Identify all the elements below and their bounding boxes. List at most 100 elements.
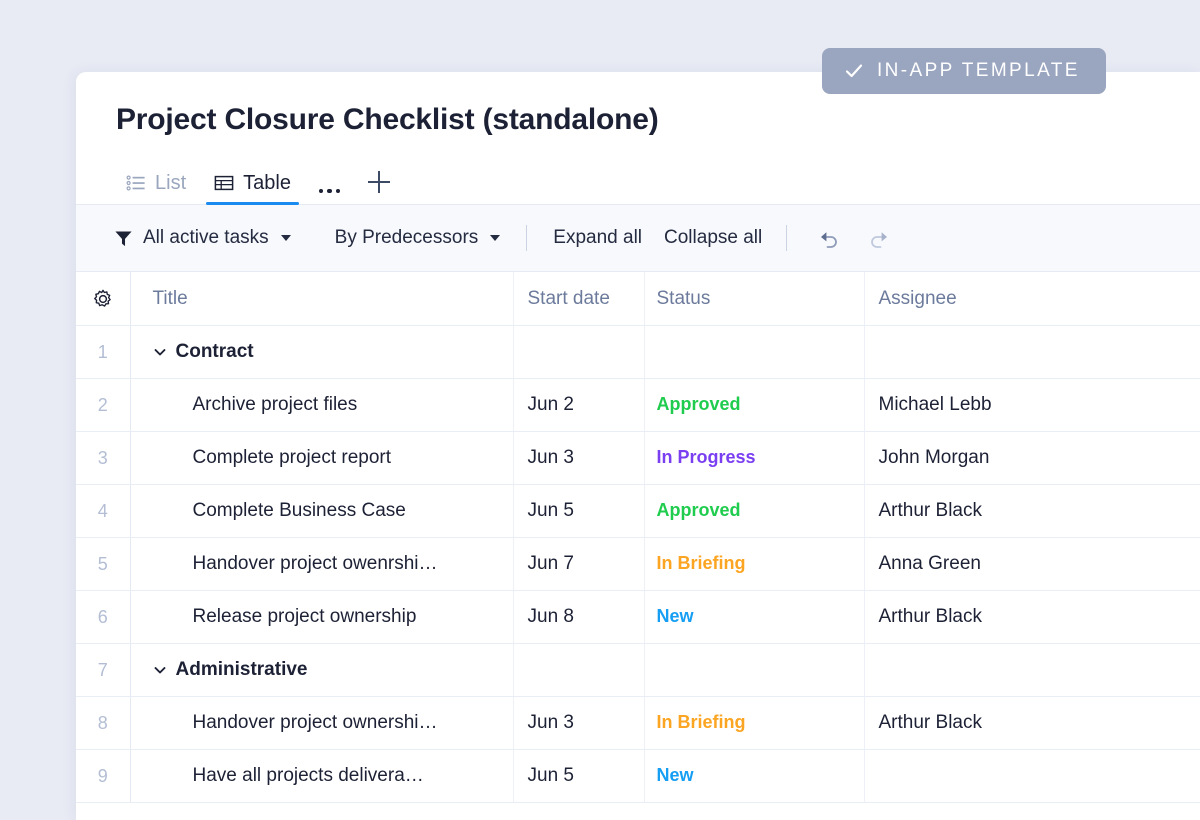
gear-icon [93,289,111,307]
assignee-cell[interactable] [864,643,1200,697]
status-badge: In Briefing [656,553,746,573]
task-title[interactable]: Complete project report [130,431,514,485]
task-title-label: Handover project owenrshi… [192,553,438,574]
assignee-cell[interactable]: Arthur Black [864,696,1200,750]
assignee-cell[interactable]: John Morgan [864,431,1200,485]
chevron-down-icon[interactable] [153,345,167,359]
group-label: Contract [175,341,254,362]
column-settings-header[interactable] [76,272,131,326]
filter-icon [115,230,132,246]
status-badge: New [656,606,694,626]
task-title-label: Complete Business Case [192,500,406,521]
assignee-cell[interactable]: Arthur Black [864,590,1200,644]
status-badge: In Progress [656,447,756,467]
task-title-label: Archive project files [192,394,358,415]
table-row[interactable]: 3 Complete project report Jun 3 In Progress… [76,431,1200,485]
group-row-title[interactable]: Contract [130,325,514,379]
table-row[interactable]: 4 Complete Business Case Jun 5 Approved Arth… [76,484,1200,538]
app-root: IN-APP TEMPLATE Project Closure Checklis… [0,0,1200,820]
task-title[interactable]: Archive project files [130,378,514,432]
start-date-cell[interactable]: Jun 8 [513,590,645,644]
assignee-cell[interactable]: Anna Green [864,537,1200,591]
tasks-table: Title Start date Status Assignee 1 Contra… [76,272,1200,803]
add-view-button[interactable] [354,171,404,204]
filter-dropdown[interactable]: All active tasks [114,227,291,249]
toolbar-divider [526,225,528,251]
expand-all-button[interactable]: Expand all [553,227,642,249]
status-badge: In Briefing [656,712,746,732]
status-badge: Approved [656,394,741,414]
column-header-start-date[interactable]: Start date [513,272,645,326]
row-number: 7 [76,643,131,697]
start-date-cell[interactable]: Jun 7 [513,537,645,591]
tab-more-button[interactable] [305,188,355,205]
undo-arrow-icon[interactable] [815,225,841,251]
assignee-cell[interactable] [864,749,1200,803]
task-title-label: Have all projects delivera… [192,765,424,786]
table-row[interactable]: 5 Handover project owenrshi… Jun 7 In Brief… [76,537,1200,591]
group-row-title[interactable]: Administrative [130,643,514,697]
tab-list[interactable]: List [112,173,200,204]
tab-list-label: List [155,172,187,194]
start-date-cell[interactable]: Jun 5 [513,484,645,538]
assignee-cell[interactable] [864,325,1200,379]
status-cell[interactable]: New [644,749,865,803]
collapse-all-button[interactable]: Collapse all [664,227,762,249]
filter-label: All active tasks [143,227,269,248]
row-number: 4 [76,484,131,538]
task-title-label: Complete project report [192,447,392,468]
table-row[interactable]: 7 Administrative [76,643,1200,697]
start-date-cell[interactable] [513,643,645,697]
redo-arrow-icon[interactable] [867,225,893,251]
column-header-status[interactable]: Status [644,272,865,326]
table-body: 1 Contract 2 Archive project files Jun 2 Appr… [76,325,1200,803]
row-number: 9 [76,749,131,803]
column-header-assignee[interactable]: Assignee [864,272,1200,326]
start-date-cell[interactable]: Jun 3 [513,696,645,750]
chevron-down-icon[interactable] [153,663,167,677]
group-by-label: By Predecessors [334,227,479,248]
table-row[interactable]: 1 Contract [76,325,1200,379]
status-cell[interactable]: Approved [644,378,865,432]
task-title-label: Handover project ownershi… [192,712,438,733]
list-icon [126,175,145,191]
task-title[interactable]: Handover project ownershi… [130,696,514,750]
expand-all-label: Expand all [553,227,643,248]
tab-table[interactable]: Table [200,172,305,205]
group-label: Administrative [175,659,308,680]
group-by-dropdown[interactable]: By Predecessors [335,227,501,249]
status-cell[interactable]: In Progress [644,431,865,485]
assignee-cell[interactable]: Arthur Black [864,484,1200,538]
page-title: Project Closure Checklist (standalone) [116,103,659,136]
status-cell[interactable]: New [644,590,865,644]
table-row[interactable]: 6 Release project ownership Jun 8 New Arthur… [76,590,1200,644]
start-date-cell[interactable]: Jun 3 [513,431,645,485]
view-tabs: List Table [76,160,1200,205]
start-date-cell[interactable]: Jun 5 [513,749,645,803]
collapse-all-label: Collapse all [664,227,763,248]
task-title[interactable]: Have all projects delivera… [130,749,514,803]
status-cell[interactable] [644,643,865,697]
status-cell[interactable]: Approved [644,484,865,538]
task-title[interactable]: Complete Business Case [130,484,514,538]
table-header-row: Title Start date Status Assignee [76,272,1200,326]
row-number: 3 [76,431,131,485]
tab-table-label: Table [243,172,291,194]
start-date-cell[interactable] [513,325,645,379]
status-badge: New [656,765,694,785]
row-number: 1 [76,325,131,379]
start-date-cell[interactable]: Jun 2 [513,378,645,432]
column-header-title[interactable]: Title [130,272,514,326]
task-title[interactable]: Handover project owenrshi… [130,537,514,591]
table-row[interactable]: 2 Archive project files Jun 2 Approved Micha… [76,378,1200,432]
toolbar-divider [786,225,788,251]
status-cell[interactable]: In Briefing [644,696,865,750]
task-title[interactable]: Release project ownership [130,590,514,644]
table-row[interactable]: 9 Have all projects delivera… Jun 5 New [76,749,1200,803]
badge-label: IN-APP TEMPLATE [877,60,1080,81]
table-toolbar: All active tasks By Predecessors Expand … [76,205,1200,272]
status-cell[interactable] [644,325,865,379]
assignee-cell[interactable]: Michael Lebb [864,378,1200,432]
table-row[interactable]: 8 Handover project ownershi… Jun 3 In Brief… [76,696,1200,750]
status-cell[interactable]: In Briefing [644,537,865,591]
